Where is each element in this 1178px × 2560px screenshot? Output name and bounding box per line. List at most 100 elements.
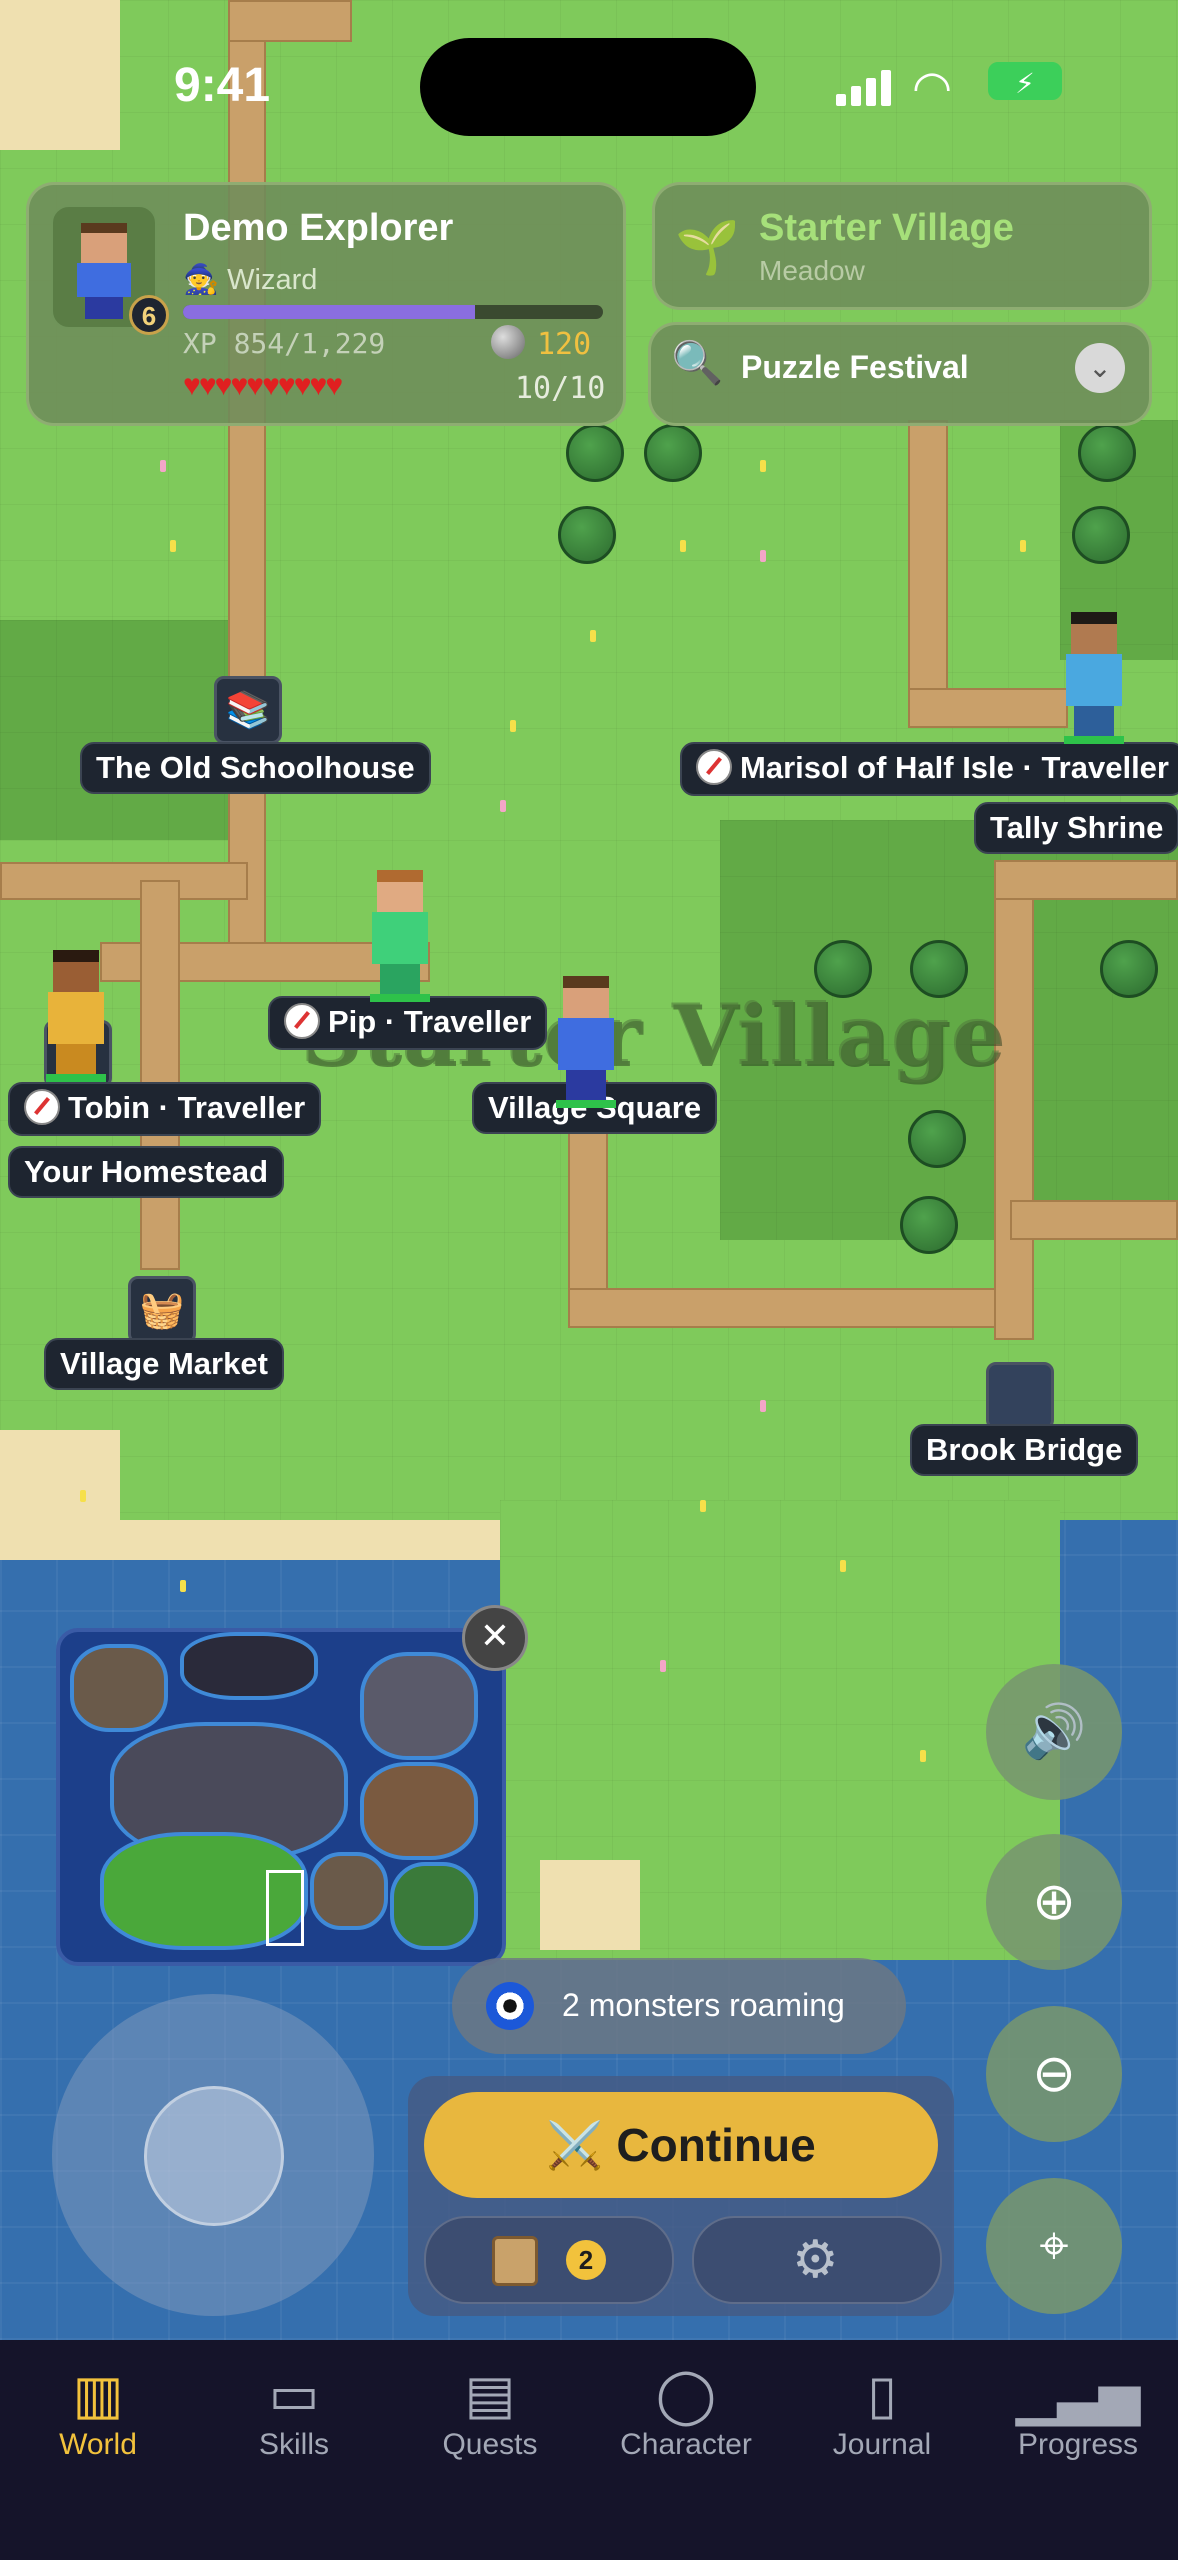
flower (700, 1500, 706, 1512)
joystick[interactable] (52, 1994, 374, 2316)
minimap[interactable] (56, 1628, 506, 1966)
minimap-island (180, 1632, 318, 1700)
monsters-roaming-pill[interactable]: 2 monsters roaming (452, 1958, 906, 2054)
sprout-icon: 🌱 (675, 219, 740, 277)
bar-chart-icon: ▁▃▅ (1015, 2365, 1141, 2425)
path (0, 862, 248, 900)
location-your-homestead[interactable]: Your Homestead (8, 1146, 285, 1198)
minimap-island (360, 1762, 478, 1860)
xp-bar (183, 305, 603, 319)
close-icon[interactable]: ✕ (462, 1605, 528, 1671)
tab-skills[interactable]: ▭ Skills (196, 2362, 392, 2462)
minimap-island (360, 1652, 478, 1760)
joystick-knob[interactable] (144, 2086, 284, 2226)
tab-label: Progress (1017, 2428, 1139, 2461)
tab-bar: ▥ World ▭ Skills ▤ Quests ◯ Character ▯ … (0, 2340, 1178, 2560)
journal-icon: ▯ (867, 2365, 897, 2425)
location-village-market[interactable]: Village Market (44, 1338, 284, 1390)
region-name: Starter Village (759, 207, 1014, 249)
minimap-viewport (266, 1870, 304, 1946)
location-brook-bridge[interactable]: Brook Bridge (910, 1424, 1139, 1476)
basket-icon[interactable]: 🧺 (128, 1276, 196, 1344)
tree (900, 1196, 958, 1254)
tab-label: Quests (442, 2428, 538, 2461)
hearts-icon: ♥♥♥♥♥♥♥♥♥♥ (183, 369, 343, 402)
dark-grass (0, 620, 240, 840)
gear-icon: ⚙ (792, 2231, 839, 2289)
tree (558, 506, 616, 564)
flower (160, 460, 166, 472)
traveller-marisol[interactable]: Marisol of Half Isle · Traveller (680, 742, 1178, 796)
region-panel[interactable]: 🌱 Starter Village Meadow (652, 182, 1152, 310)
tab-label: Journal (832, 2428, 932, 2461)
location-tally-shrine[interactable]: Tally Shrine (974, 802, 1178, 854)
eye-icon (486, 1982, 534, 2030)
quests-scroll-button[interactable]: 2 (424, 2216, 674, 2304)
flower (920, 1750, 926, 1762)
location-old-schoolhouse[interactable]: The Old Schoolhouse (80, 742, 431, 794)
books-icon[interactable]: 📚 (214, 676, 282, 744)
path (568, 1288, 1018, 1328)
signal-icon (836, 66, 896, 106)
tab-quests[interactable]: ▤ Quests (392, 2362, 588, 2462)
tab-label: Skills (258, 2428, 329, 2461)
traveller-label: Marisol of Half Isle · Traveller (740, 750, 1169, 785)
player-class: 🧙 Wizard (183, 263, 317, 297)
settings-button[interactable]: ⚙ (692, 2216, 942, 2304)
compass-icon (24, 1088, 60, 1125)
npc-marisol[interactable] (1064, 612, 1124, 744)
wifi-icon: ◠ (912, 61, 953, 113)
sound-button[interactable]: 🔊 (986, 1664, 1122, 1800)
minimap-island (390, 1862, 478, 1950)
flower (80, 1490, 86, 1502)
tab-character[interactable]: ◯ Character (588, 2362, 784, 2462)
tree (1100, 940, 1158, 998)
tree (644, 424, 702, 482)
tab-label: World (59, 2428, 137, 2461)
tree (566, 424, 624, 482)
scroll-icon (492, 2236, 538, 2286)
traveller-tobin[interactable]: Tobin · Traveller (8, 1082, 322, 1136)
event-selector[interactable]: 🔍 Puzzle Festival ⌄ (648, 322, 1152, 426)
traveller-label: Pip · Traveller (328, 1004, 532, 1039)
path (908, 688, 1068, 728)
flower (1020, 540, 1026, 552)
hp-text: 10/10 (515, 371, 606, 406)
tab-progress[interactable]: ▁▃▅ Progress (980, 2362, 1176, 2462)
continue-button[interactable]: ⚔️ Continue (424, 2092, 938, 2198)
tab-journal[interactable]: ▯ Journal (784, 2362, 980, 2462)
flower (760, 1400, 766, 1412)
bridge-icon[interactable] (986, 1362, 1054, 1430)
tree (908, 1110, 966, 1168)
flower (680, 540, 686, 552)
recenter-button[interactable]: ⌖ (986, 2178, 1122, 2314)
action-panel: ⚔️ Continue 2 ⚙ (408, 2076, 954, 2316)
player-class-label: Wizard (227, 264, 318, 296)
clock: 9:41 (174, 59, 271, 112)
flower (170, 540, 176, 552)
tab-world[interactable]: ▥ World (0, 2362, 196, 2462)
beach-sw (0, 1430, 120, 1550)
npc-pip[interactable] (370, 870, 430, 1002)
zoom-out-button[interactable]: ⊖ (986, 2006, 1122, 2142)
traveller-label: Tobin · Traveller (68, 1090, 306, 1125)
traveller-pip[interactable]: Pip · Traveller (268, 996, 548, 1050)
status-bar: 9:41 ◠ ⚡ (0, 0, 1178, 170)
path (140, 880, 180, 1270)
map-icon: ▥ (72, 2365, 124, 2425)
flower (840, 1560, 846, 1572)
path (908, 420, 948, 720)
npc-tobin[interactable] (46, 950, 106, 1082)
player-name: Demo Explorer (183, 207, 454, 249)
person-icon: ◯ (655, 2365, 717, 2425)
dynamic-island (420, 38, 756, 136)
player-panel[interactable]: 6 Demo Explorer 🧙 Wizard XP 854/1,229 12… (26, 182, 626, 426)
region-biome: Meadow (759, 255, 865, 286)
tree (1078, 424, 1136, 482)
monsters-text: 2 monsters roaming (562, 1987, 845, 2023)
zoom-in-button[interactable]: ⊕ (986, 1834, 1122, 1970)
compass-icon (284, 1002, 320, 1039)
wizard-icon: 🧙 (183, 264, 228, 296)
chevron-down-icon[interactable]: ⌄ (1075, 343, 1125, 393)
xp-bar-fill (183, 305, 475, 319)
